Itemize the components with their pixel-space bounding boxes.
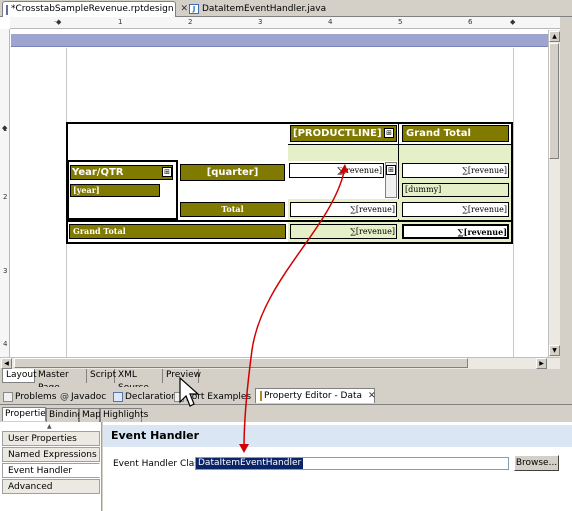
mouse-cursor-icon [179, 376, 200, 407]
annotation-arrow [239, 164, 348, 453]
arrow-head [239, 444, 249, 453]
arrow-path [243, 171, 345, 449]
arrow-tail [339, 164, 348, 174]
